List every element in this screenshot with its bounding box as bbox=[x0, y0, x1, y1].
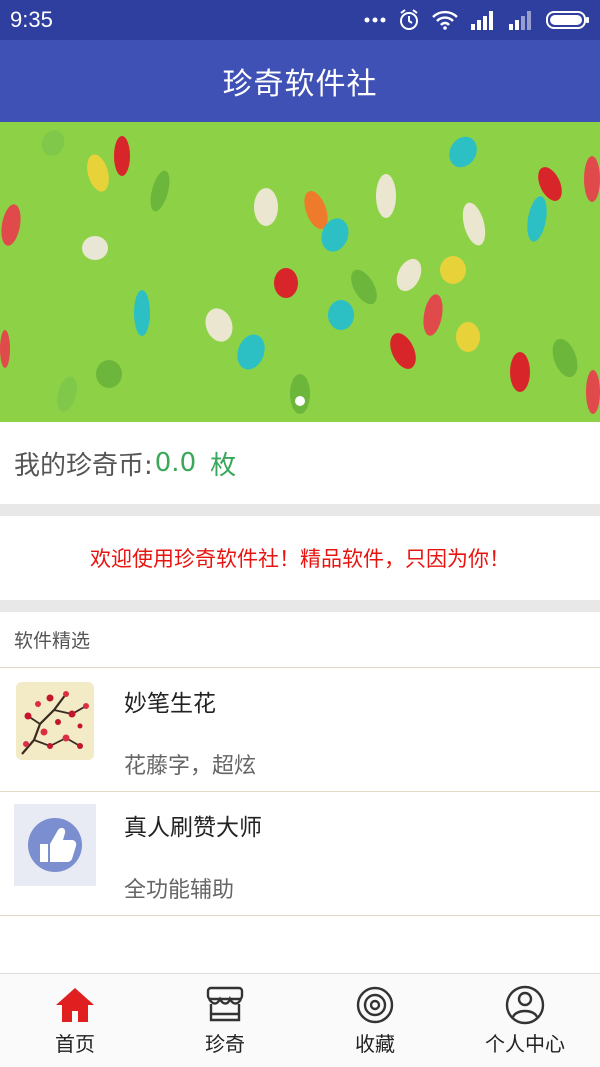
section-title: 软件精选 bbox=[14, 630, 91, 652]
banner-carousel[interactable] bbox=[0, 122, 600, 422]
nav-label-favorites: 收藏 bbox=[355, 1032, 395, 1056]
app-bar: 珍奇软件社 bbox=[0, 40, 600, 122]
thumbs-up-icon bbox=[14, 804, 96, 886]
app-name: 真人刷赞大师 bbox=[124, 815, 262, 841]
coins-unit: 枚 bbox=[210, 450, 237, 481]
more-dots-icon bbox=[364, 17, 386, 23]
alarm-icon bbox=[400, 9, 418, 30]
nav-item-store[interactable]: 珍奇 bbox=[150, 974, 300, 1067]
status-icons bbox=[364, 9, 590, 31]
nav-item-favorites[interactable]: 收藏 bbox=[300, 974, 450, 1067]
section-header: 软件精选 bbox=[0, 612, 600, 668]
list-item[interactable]: 妙笔生花 花藤字，超炫 bbox=[0, 668, 600, 792]
coins-value: 0.0 bbox=[154, 448, 197, 478]
divider bbox=[0, 600, 600, 612]
status-bar: 9:35 bbox=[0, 0, 600, 40]
welcome-banner: 欢迎使用珍奇软件社！精品软件，只因为你！ bbox=[0, 516, 600, 600]
user-icon bbox=[505, 985, 545, 1025]
banner-image bbox=[0, 122, 600, 422]
plum-blossom-painting-icon bbox=[14, 680, 96, 762]
nav-label-profile: 个人中心 bbox=[485, 1032, 565, 1056]
store-icon bbox=[206, 986, 244, 1022]
wifi-icon bbox=[432, 10, 458, 30]
app-title: 珍奇软件社 bbox=[222, 67, 378, 102]
welcome-text: 欢迎使用珍奇软件社！精品软件，只因为你！ bbox=[90, 547, 510, 571]
nav-label-store: 珍奇 bbox=[205, 1032, 245, 1056]
nav-item-home[interactable]: 首页 bbox=[0, 974, 150, 1067]
nav-label-home: 首页 bbox=[55, 1032, 95, 1056]
app-name: 妙笔生花 bbox=[124, 691, 216, 717]
coins-row: 我的珍奇币: 0.0 枚 bbox=[0, 422, 600, 504]
app-desc: 花藤字，超炫 bbox=[124, 754, 257, 779]
nav-item-profile[interactable]: 个人中心 bbox=[450, 974, 600, 1067]
battery-icon bbox=[546, 11, 589, 29]
list-item[interactable]: 真人刷赞大师 全功能辅助 bbox=[0, 792, 600, 916]
home-icon bbox=[56, 988, 94, 1022]
signal-icon bbox=[471, 11, 493, 30]
divider bbox=[0, 504, 600, 516]
status-time: 9:35 bbox=[10, 7, 53, 32]
app-desc: 全功能辅助 bbox=[124, 878, 235, 903]
bottom-nav: 首页 珍奇 收藏 个人中心 bbox=[0, 973, 600, 1067]
banner-page-indicator bbox=[295, 396, 305, 406]
signal-icon-2 bbox=[509, 11, 531, 30]
coins-label: 我的珍奇币: bbox=[14, 450, 153, 481]
target-icon bbox=[356, 986, 394, 1024]
